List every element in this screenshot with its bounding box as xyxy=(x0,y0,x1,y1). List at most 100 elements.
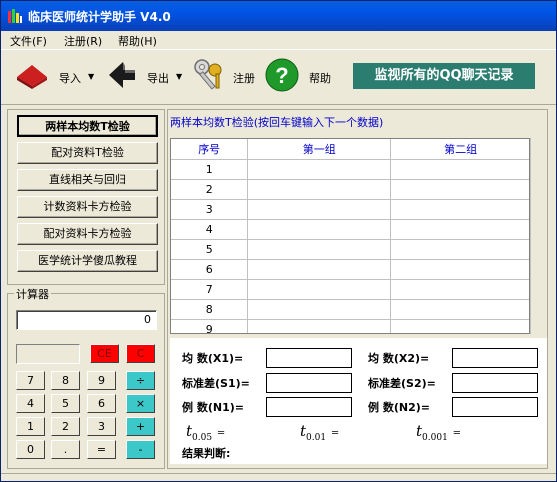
cell-group1[interactable] xyxy=(247,259,392,280)
table-row: 7 xyxy=(171,279,529,300)
mean1-field[interactable] xyxy=(266,348,352,368)
grid-vertical-scrollbar[interactable] xyxy=(530,138,547,334)
cell-group1[interactable] xyxy=(247,279,392,300)
n2-field[interactable] xyxy=(452,397,538,417)
data-grid[interactable]: 序号 第一组 第二组 1 2 3 4 5 6 7 8 9 xyxy=(170,138,530,334)
key-icon xyxy=(194,59,222,90)
mean2-label: 均 数(X2)= xyxy=(368,352,430,365)
help-button[interactable]: ? 帮助 xyxy=(263,50,338,106)
ad-banner[interactable]: 监视所有的QQ聊天记录 xyxy=(353,63,535,89)
register-button[interactable]: 注册 xyxy=(191,50,261,106)
register-label: 注册 xyxy=(233,72,255,85)
row-index: 8 xyxy=(171,299,249,320)
n2-label: 例 数(N2)= xyxy=(368,401,430,414)
cell-group2[interactable] xyxy=(390,159,529,180)
column-header-group2: 第二组 xyxy=(390,139,529,160)
export-label: 导出 xyxy=(147,72,169,85)
key-8[interactable]: 8 xyxy=(51,371,80,390)
sd1-field[interactable] xyxy=(266,373,352,393)
cell-group1[interactable] xyxy=(247,219,392,240)
import-dropdown-icon[interactable]: ▼ xyxy=(88,72,94,81)
key-add[interactable]: + xyxy=(126,417,155,436)
key-7[interactable]: 7 xyxy=(16,371,45,390)
app-window: 临床医师统计学助手 V4.0 文件(F) 注册(R) 帮助(H) 导入 ▼ 导出… xyxy=(0,0,557,482)
mean1-label: 均 数(X1)= xyxy=(182,352,244,365)
import-button[interactable]: 导入 ▼ xyxy=(11,50,96,106)
key-divide[interactable]: ÷ xyxy=(126,371,155,390)
table-row: 8 xyxy=(171,299,529,320)
func-button-paired-chi-square[interactable]: 配对资料卡方检验 xyxy=(17,223,158,245)
column-header-index: 序号 xyxy=(171,139,249,160)
export-button[interactable]: 导出 ▼ xyxy=(101,50,191,106)
sd2-field[interactable] xyxy=(452,373,538,393)
key-ce[interactable]: CE xyxy=(90,344,119,363)
export-dropdown-icon[interactable]: ▼ xyxy=(176,72,182,81)
row-index: 3 xyxy=(171,199,249,220)
key-4[interactable]: 4 xyxy=(16,394,45,413)
column-header-group1: 第一组 xyxy=(247,139,392,160)
title-bar: 临床医师统计学助手 V4.0 xyxy=(1,1,556,31)
n1-label: 例 数(N1)= xyxy=(182,401,244,414)
cell-group1[interactable] xyxy=(247,239,392,260)
cell-group2[interactable] xyxy=(390,179,529,200)
key-5[interactable]: 5 xyxy=(51,394,80,413)
cell-group2[interactable] xyxy=(390,319,529,333)
cell-group1[interactable] xyxy=(247,299,392,320)
row-index: 1 xyxy=(171,159,249,180)
status-bar xyxy=(1,473,556,482)
table-row: 6 xyxy=(171,259,529,280)
menu-bar: 文件(F) 注册(R) 帮助(H) xyxy=(1,31,556,49)
row-index: 9 xyxy=(171,319,249,333)
t-test-panel: 两样本均数T检验(按回车键输入下一个数据) 序号 第一组 第二组 1 2 3 4… xyxy=(167,109,548,469)
cell-group2[interactable] xyxy=(390,199,529,220)
cell-group2[interactable] xyxy=(390,299,529,320)
app-icon xyxy=(8,9,22,23)
key-3[interactable]: 3 xyxy=(87,417,116,436)
key-9[interactable]: 9 xyxy=(87,371,116,390)
table-row: 9 xyxy=(171,319,529,333)
import-icon xyxy=(17,65,47,89)
sd2-label: 标准差(S2)= xyxy=(368,377,436,390)
key-multiply[interactable]: × xyxy=(126,394,155,413)
cell-group1[interactable] xyxy=(247,319,392,333)
cell-group1[interactable] xyxy=(247,179,392,200)
func-button-paired-t[interactable]: 配对资料T检验 xyxy=(17,142,158,164)
row-index: 2 xyxy=(171,179,249,200)
key-6[interactable]: 6 xyxy=(87,394,116,413)
table-row: 5 xyxy=(171,239,529,260)
func-button-chi-square[interactable]: 计数资料卡方检验 xyxy=(17,196,158,218)
cell-group2[interactable] xyxy=(390,259,529,280)
cell-group2[interactable] xyxy=(390,279,529,300)
key-2[interactable]: 2 xyxy=(51,417,80,436)
panel-header: 两样本均数T检验(按回车键输入下一个数据) xyxy=(170,116,384,129)
key-1[interactable]: 1 xyxy=(16,417,45,436)
table-row: 2 xyxy=(171,179,529,200)
n1-field[interactable] xyxy=(266,397,352,417)
help-label: 帮助 xyxy=(309,72,331,85)
cell-group2[interactable] xyxy=(390,219,529,240)
calculator-display[interactable]: 0 xyxy=(16,310,157,330)
menu-file[interactable]: 文件(F) xyxy=(10,33,47,49)
key-equals[interactable]: = xyxy=(87,440,116,459)
menu-help[interactable]: 帮助(H) xyxy=(118,33,157,49)
menu-register[interactable]: 注册(R) xyxy=(64,33,102,49)
mean2-field[interactable] xyxy=(452,348,538,368)
row-index: 5 xyxy=(171,239,249,260)
key-subtract[interactable]: - xyxy=(126,440,155,459)
t-critical-005: t0.05 = xyxy=(186,422,226,443)
func-button-tutorial[interactable]: 医学统计学傻瓜教程 xyxy=(17,250,158,272)
calculator-memory-display xyxy=(16,344,80,364)
table-row: 3 xyxy=(171,199,529,220)
key-c[interactable]: C xyxy=(126,344,155,363)
cell-group1[interactable] xyxy=(247,159,392,180)
table-row: 1 xyxy=(171,159,529,180)
key-0[interactable]: 0 xyxy=(16,440,45,459)
help-icon: ? xyxy=(265,58,299,92)
func-button-two-sample-t[interactable]: 两样本均数T检验 xyxy=(17,115,158,137)
statistics-area: 均 数(X1)= 均 数(X2)= 标准差(S1)= 标准差(S2)= 例 数(… xyxy=(170,338,547,464)
key-dot[interactable]: . xyxy=(51,440,80,459)
func-button-correlation[interactable]: 直线相关与回归 xyxy=(17,169,158,191)
t-critical-001: t0.01 = xyxy=(300,422,340,443)
cell-group1[interactable] xyxy=(247,199,392,220)
cell-group2[interactable] xyxy=(390,239,529,260)
